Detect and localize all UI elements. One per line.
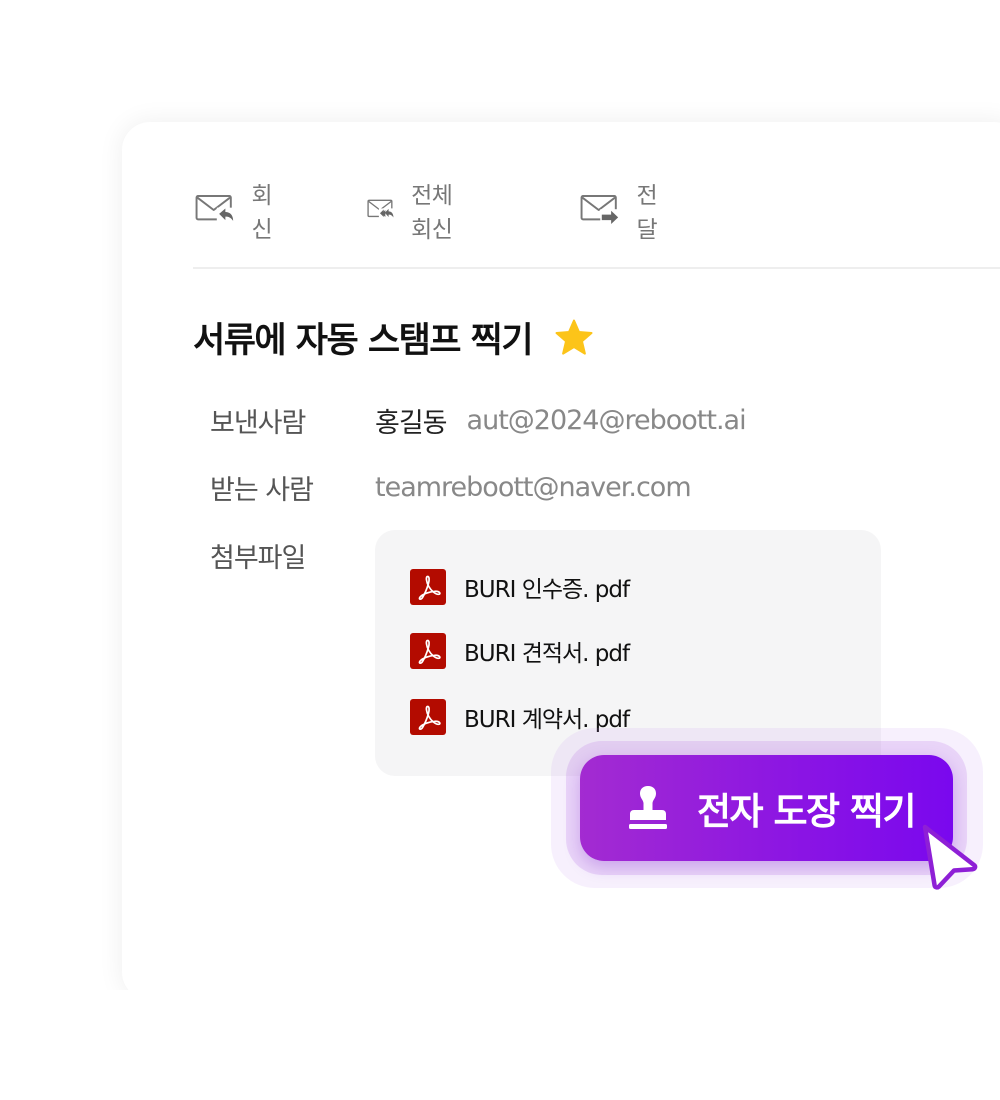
pdf-icon — [410, 633, 446, 669]
toolbar-divider — [193, 267, 1000, 269]
cursor-icon — [922, 824, 978, 890]
attachment-name: BURI 인수증. pdf — [464, 577, 630, 603]
pdf-icon — [410, 569, 446, 605]
mail-forward-icon — [580, 195, 621, 227]
mail-reply-all-icon — [367, 199, 396, 222]
stamp-icon — [629, 786, 667, 829]
reply-all-button[interactable]: 전체회신 — [367, 183, 456, 243]
star-icon[interactable] — [554, 318, 594, 358]
mail-reply-icon — [195, 195, 236, 227]
attachment-name: BURI 견적서. pdf — [464, 641, 630, 667]
card-bottom-fade — [100, 990, 1000, 1100]
sender-name[interactable]: 홍길동 — [375, 401, 448, 440]
recipient-row: 받는 사람 teamreboott@naver.com — [210, 468, 692, 507]
recipient-label: 받는 사람 — [210, 475, 314, 506]
mail-subject-row: 서류에 자동 스탬프 찍기 — [193, 312, 594, 363]
sender-email[interactable]: aut@2024@reboott.ai — [467, 405, 747, 436]
forward-label: 전달 — [636, 183, 658, 243]
sender-row: 보낸사람 홍길동 aut@2024@reboott.ai — [210, 401, 747, 440]
attachment-item[interactable]: BURI 인수증. pdf — [410, 569, 630, 605]
pdf-icon — [410, 699, 446, 735]
mail-subject: 서류에 자동 스탬프 찍기 — [193, 321, 534, 361]
sender-label: 보낸사람 — [210, 408, 306, 439]
reply-button[interactable]: 회신 — [195, 183, 284, 243]
recipient-email[interactable]: teamreboott@naver.com — [375, 472, 692, 503]
forward-button[interactable]: 전달 — [580, 183, 669, 243]
e-stamp-label: 전자 도장 찍기 — [697, 790, 917, 833]
e-stamp-button[interactable]: 전자 도장 찍기 — [580, 755, 953, 861]
attachments-label: 첨부파일 — [210, 543, 306, 574]
reply-all-label: 전체회신 — [411, 183, 453, 243]
reply-label: 회신 — [251, 183, 273, 243]
attachment-item[interactable]: BURI 견적서. pdf — [410, 633, 630, 669]
